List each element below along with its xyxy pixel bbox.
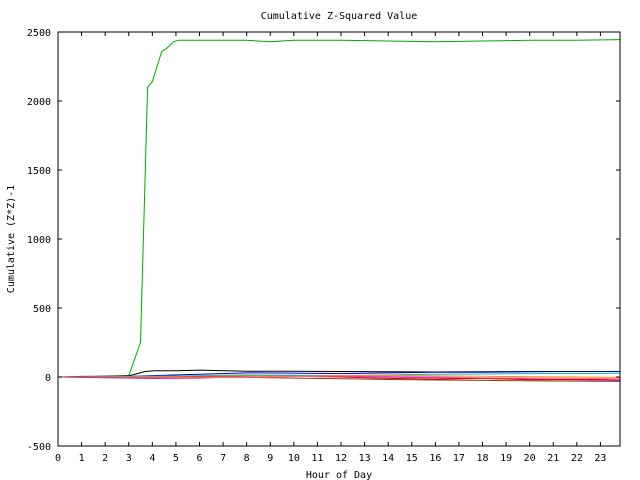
x-tick-label: 4 <box>149 453 155 464</box>
y-tick-label: 1000 <box>27 235 51 246</box>
y-tick-label: 2500 <box>27 28 51 39</box>
series-line-1 <box>57 39 621 378</box>
x-tick-label: 17 <box>453 453 465 464</box>
plot-area <box>57 39 621 382</box>
x-tick-label: 8 <box>244 453 250 464</box>
y-tick-label: 2000 <box>27 97 51 108</box>
x-tick-label: 22 <box>571 453 583 464</box>
plot-frame <box>57 31 621 447</box>
chart-title: Cumulative Z-Squared Value <box>261 11 418 22</box>
x-tick-label: 5 <box>173 453 179 464</box>
y-tick-label: 1500 <box>27 166 51 177</box>
x-tick-label: 18 <box>476 453 488 464</box>
x-tick-label: 3 <box>126 453 132 464</box>
x-tick-label: 1 <box>79 453 85 464</box>
x-tick-label: 2 <box>102 453 108 464</box>
x-tick-label: 15 <box>406 453 418 464</box>
y-tick-label: 500 <box>33 304 51 315</box>
x-tick-label: 7 <box>220 453 226 464</box>
x-tick-label: 11 <box>311 453 323 464</box>
axis-ticks: 0 1 2 3 4 5 6 7 8 9 10 11 12 13 14 15 16 17 18 19 20 21 22 23-5… <box>27 28 620 464</box>
x-tick-label: 20 <box>524 453 536 464</box>
chart: Cumulative Z-Squared Value Hour of Day C… <box>6 11 621 480</box>
y-axis-label: Cumulative (Z*Z)-1 <box>6 185 17 293</box>
x-tick-label: 19 <box>500 453 512 464</box>
x-tick-label: 23 <box>594 453 606 464</box>
x-tick-label: 10 <box>288 453 300 464</box>
x-tick-label: 12 <box>335 453 347 464</box>
y-tick-label: 0 <box>45 373 51 384</box>
x-tick-label: 0 <box>55 453 61 464</box>
x-tick-label: 14 <box>382 453 394 464</box>
x-tick-label: 9 <box>267 453 273 464</box>
x-axis-label: Hour of Day <box>306 470 372 480</box>
y-tick-label: -500 <box>27 442 51 453</box>
x-tick-label: 21 <box>547 453 559 464</box>
x-tick-label: 13 <box>359 453 371 464</box>
x-tick-label: 6 <box>196 453 202 464</box>
x-tick-label: 16 <box>429 453 441 464</box>
